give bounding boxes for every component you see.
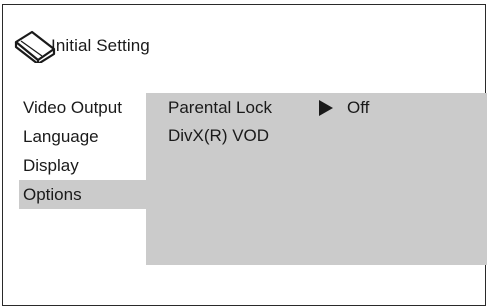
sidebar-item-display[interactable]: Display (19, 151, 146, 180)
options-panel: Parental Lock Off DivX(R) VOD (146, 93, 487, 265)
option-parental-lock[interactable]: Parental Lock (168, 93, 272, 122)
sidebar-item-language[interactable]: Language (19, 122, 146, 151)
right-triangle-icon (319, 100, 333, 116)
sidebar-item-options[interactable]: Options (19, 180, 146, 209)
sidebar-item-video-output[interactable]: Video Output (19, 93, 146, 122)
option-divx-vod[interactable]: DivX(R) VOD (168, 121, 269, 150)
setup-menu-frame: Initial Setting Video Output Language Di… (2, 4, 487, 306)
page-title: Initial Setting (51, 36, 150, 55)
menu-header: Initial Setting (13, 29, 150, 63)
parental-lock-value[interactable]: Off (347, 93, 369, 122)
settings-sidebar: Video Output Language Display Options (19, 93, 146, 209)
